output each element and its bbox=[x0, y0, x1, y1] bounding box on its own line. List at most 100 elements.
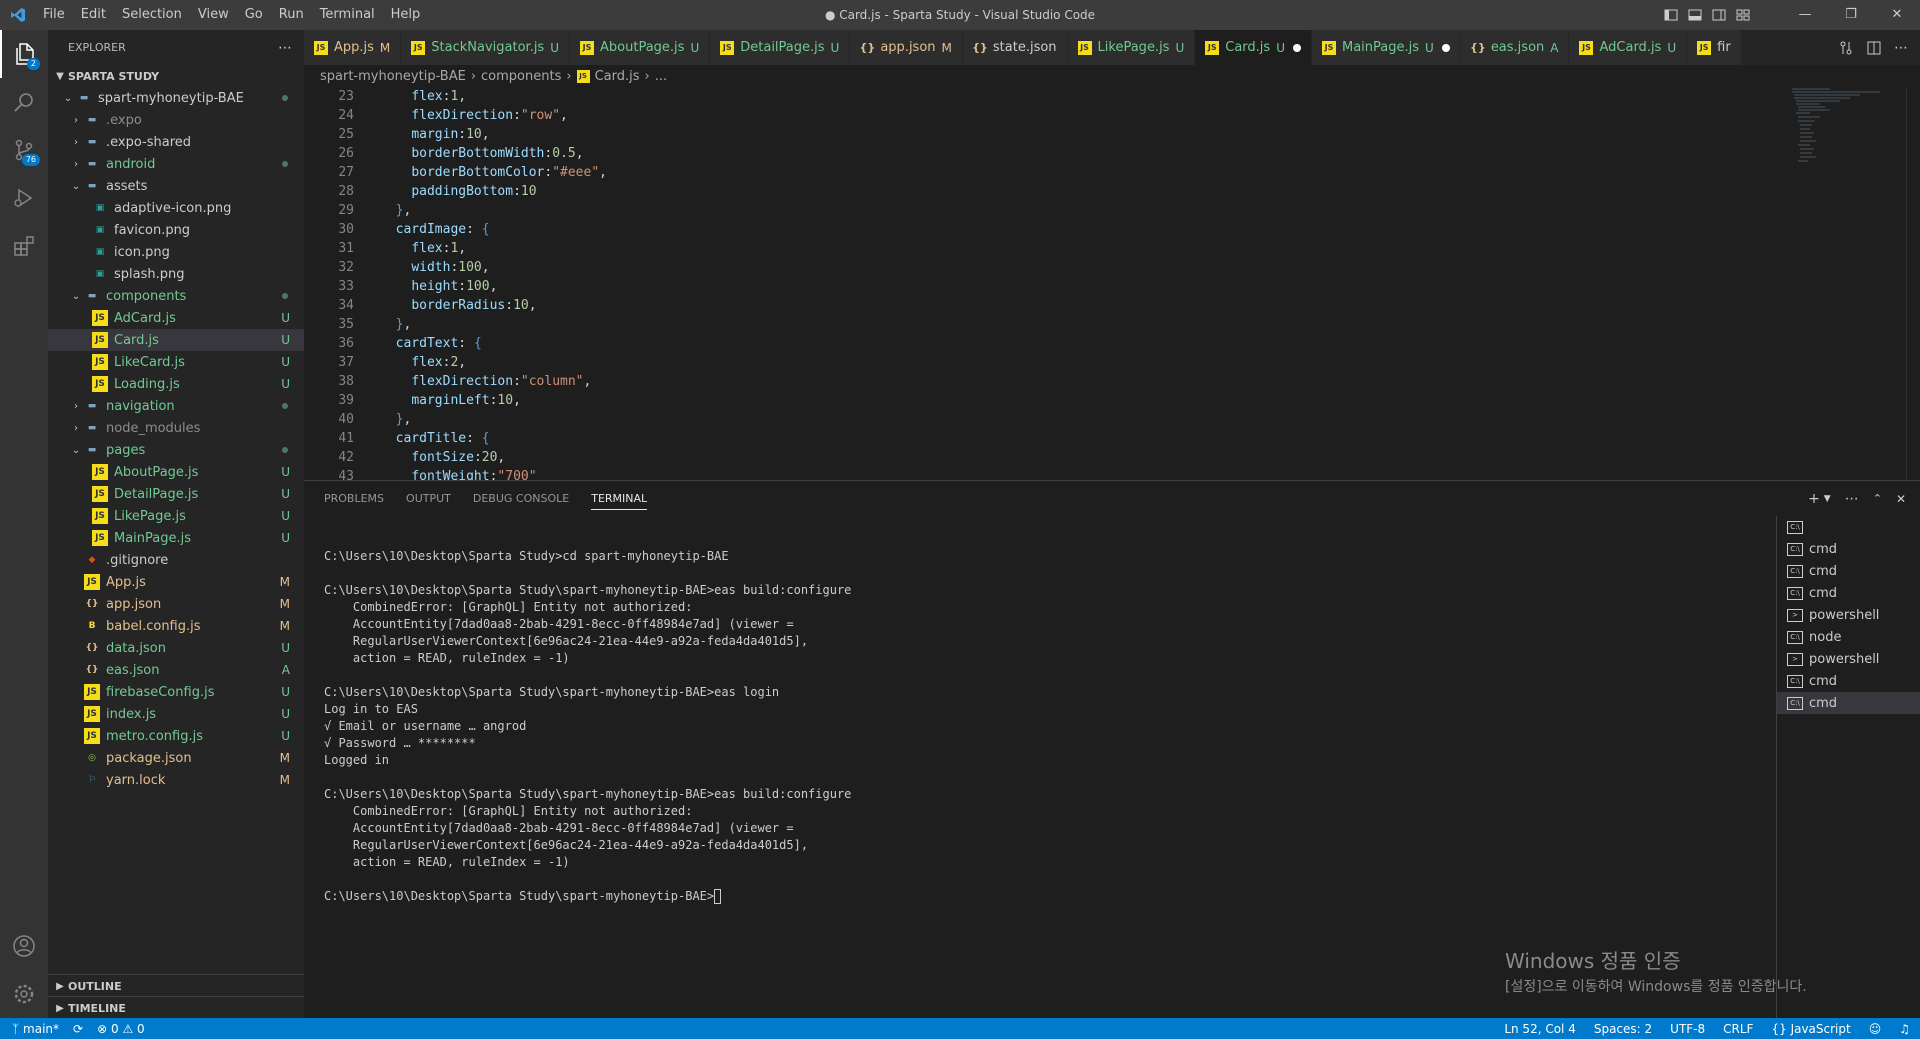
menu-edit[interactable]: Edit bbox=[73, 0, 114, 30]
menu-go[interactable]: Go bbox=[237, 0, 271, 30]
tree-item[interactable]: › ▬ navigation bbox=[48, 395, 304, 417]
run-debug-activity[interactable] bbox=[0, 174, 48, 222]
toggle-panel-icon[interactable] bbox=[1688, 8, 1702, 22]
tree-item[interactable]: {} app.json M bbox=[48, 593, 304, 615]
indentation[interactable]: Spaces: 2 bbox=[1594, 1022, 1652, 1036]
search-activity[interactable] bbox=[0, 78, 48, 126]
terminal-instance[interactable]: C:\ node bbox=[1777, 626, 1920, 648]
minimap[interactable] bbox=[1790, 87, 1900, 197]
breadcrumb-item[interactable]: spart-myhoneytip-BAE bbox=[320, 69, 466, 84]
tree-item[interactable]: JS DetailPage.js U bbox=[48, 483, 304, 505]
breadcrumb-item[interactable]: components bbox=[481, 69, 561, 84]
editor-tab[interactable]: {} state.json bbox=[962, 30, 1068, 65]
tree-item[interactable]: ⌄ ▬ spart-myhoneytip-BAE bbox=[48, 87, 304, 109]
tree-item[interactable]: {} eas.json A bbox=[48, 659, 304, 681]
breadcrumb-item[interactable]: Card.js bbox=[595, 69, 640, 84]
terminal-instance[interactable]: C:\ cmd bbox=[1777, 560, 1920, 582]
tree-item[interactable]: JS AboutPage.js U bbox=[48, 461, 304, 483]
branch-status[interactable]: ᛉ main* bbox=[12, 1022, 59, 1036]
tree-item[interactable]: ⌄ ▬ components bbox=[48, 285, 304, 307]
close-icon[interactable]: ✕ bbox=[1874, 0, 1920, 30]
terminal-instance[interactable]: > powershell bbox=[1777, 648, 1920, 670]
menu-help[interactable]: Help bbox=[383, 0, 429, 30]
editor-tab[interactable]: JS MainPage.js U bbox=[1311, 30, 1461, 65]
terminal-instance[interactable]: C:\ cmd bbox=[1777, 538, 1920, 560]
editor-tab[interactable]: JS LikePage.js U bbox=[1067, 30, 1196, 65]
tree-item[interactable]: JS LikePage.js U bbox=[48, 505, 304, 527]
unsaved-dot-icon[interactable] bbox=[1441, 43, 1450, 52]
source-control-activity[interactable]: 76 bbox=[0, 126, 48, 174]
tree-item[interactable]: › ▬ .expo-shared bbox=[48, 131, 304, 153]
menu-terminal[interactable]: Terminal bbox=[312, 0, 383, 30]
workspace-section[interactable]: ▼ SPARTA STUDY bbox=[48, 65, 304, 87]
code-editor[interactable]: 23 flex:1, 24 flexDirection:"row", 25 marg… bbox=[304, 87, 1920, 480]
tree-item[interactable]: JS firebaseConfig.js U bbox=[48, 681, 304, 703]
editor-tab[interactable]: JS StackNavigator.js U bbox=[401, 30, 571, 65]
bell-icon[interactable]: ♫ bbox=[1899, 1022, 1910, 1036]
close-panel-icon[interactable]: ✕ bbox=[1896, 492, 1906, 506]
problems-status[interactable]: ⊗ 0 ⚠ 0 bbox=[97, 1022, 145, 1036]
open-changes-icon[interactable] bbox=[1838, 40, 1854, 56]
customize-layout-icon[interactable] bbox=[1736, 8, 1750, 22]
tree-item[interactable]: JS index.js U bbox=[48, 703, 304, 725]
editor-scrollbar[interactable] bbox=[1906, 87, 1920, 480]
cursor-position[interactable]: Ln 52, Col 4 bbox=[1504, 1022, 1576, 1036]
tree-item[interactable]: ▣ favicon.png bbox=[48, 219, 304, 241]
outline-section[interactable]: ▶ OUTLINE bbox=[48, 974, 304, 997]
terminal-instance[interactable]: C:\ cmd bbox=[1777, 692, 1920, 714]
tree-item[interactable]: ◎ package.json M bbox=[48, 747, 304, 769]
manage-activity[interactable] bbox=[0, 970, 48, 1018]
restore-icon[interactable]: ❐ bbox=[1828, 0, 1874, 30]
tree-item[interactable]: JS Card.js U bbox=[48, 329, 304, 351]
line-ending[interactable]: CRLF bbox=[1723, 1022, 1753, 1036]
tree-item[interactable]: ⌄ ▬ pages bbox=[48, 439, 304, 461]
maximize-panel-icon[interactable]: ⌃ bbox=[1873, 492, 1882, 505]
tree-item[interactable]: ◆ .gitignore bbox=[48, 549, 304, 571]
minimize-icon[interactable]: — bbox=[1782, 0, 1828, 30]
encoding[interactable]: UTF-8 bbox=[1670, 1022, 1705, 1036]
tree-item[interactable]: ▣ splash.png bbox=[48, 263, 304, 285]
tree-item[interactable]: JS AdCard.js U bbox=[48, 307, 304, 329]
menu-run[interactable]: Run bbox=[271, 0, 312, 30]
split-editor-icon[interactable] bbox=[1866, 40, 1882, 56]
panel-tab-output[interactable]: OUTPUT bbox=[406, 492, 451, 505]
more-actions-icon[interactable]: ⋯ bbox=[1894, 40, 1908, 56]
toggle-secondary-sidebar-icon[interactable] bbox=[1712, 8, 1726, 22]
editor-tab[interactable]: {} app.json M bbox=[850, 30, 963, 65]
tree-item[interactable]: ⚐ yarn.lock M bbox=[48, 769, 304, 791]
terminal-instance[interactable]: > powershell bbox=[1777, 604, 1920, 626]
panel-tab-problems[interactable]: PROBLEMS bbox=[324, 492, 384, 505]
editor-tab[interactable]: JS AboutPage.js U bbox=[570, 30, 711, 65]
tree-item[interactable]: › ▬ android bbox=[48, 153, 304, 175]
tree-item[interactable]: › ▬ .expo bbox=[48, 109, 304, 131]
tree-item[interactable]: ▣ adaptive-icon.png bbox=[48, 197, 304, 219]
tree-item[interactable]: JS App.js M bbox=[48, 571, 304, 593]
tree-item[interactable]: {} data.json U bbox=[48, 637, 304, 659]
tree-item[interactable]: Bbabel.config.js M bbox=[48, 615, 304, 637]
editor-tab[interactable]: JS Card.js U bbox=[1195, 30, 1312, 65]
tree-item[interactable]: › ▬ node_modules bbox=[48, 417, 304, 439]
editor-tab[interactable]: JS DetailPage.js U bbox=[710, 30, 851, 65]
unsaved-dot-icon[interactable] bbox=[1292, 43, 1301, 52]
terminal-instance[interactable]: C:\ cmd bbox=[1777, 670, 1920, 692]
explorer-activity[interactable]: 2 bbox=[0, 30, 48, 78]
tree-item[interactable]: JS MainPage.js U bbox=[48, 527, 304, 549]
terminal-instance[interactable]: C:\ bbox=[1777, 516, 1920, 538]
more-actions-icon[interactable]: ⋯ bbox=[278, 40, 292, 56]
new-terminal-icon[interactable]: + bbox=[1808, 491, 1820, 507]
menu-view[interactable]: View bbox=[190, 0, 237, 30]
accounts-activity[interactable] bbox=[0, 922, 48, 970]
tree-item[interactable]: ⌄ ▬ assets bbox=[48, 175, 304, 197]
editor-tab[interactable]: JS App.js M bbox=[304, 30, 402, 65]
breadcrumb-item[interactable]: ... bbox=[655, 69, 667, 84]
tree-item[interactable]: JS LikeCard.js U bbox=[48, 351, 304, 373]
editor-tab[interactable]: JS AdCard.js U bbox=[1569, 30, 1688, 65]
terminal-output[interactable]: C:\Users\10\Desktop\Sparta Study>cd spar… bbox=[324, 531, 1774, 905]
more-actions-icon[interactable]: ⋯ bbox=[1845, 491, 1859, 507]
tree-item[interactable]: JS Loading.js U bbox=[48, 373, 304, 395]
toggle-sidebar-icon[interactable] bbox=[1664, 8, 1678, 22]
panel-tab-terminal[interactable]: TERMINAL bbox=[591, 492, 648, 510]
editor-tab[interactable]: {} eas.json A bbox=[1460, 30, 1570, 65]
extensions-activity[interactable] bbox=[0, 222, 48, 270]
timeline-section[interactable]: ▶ TIMELINE bbox=[48, 996, 304, 1019]
